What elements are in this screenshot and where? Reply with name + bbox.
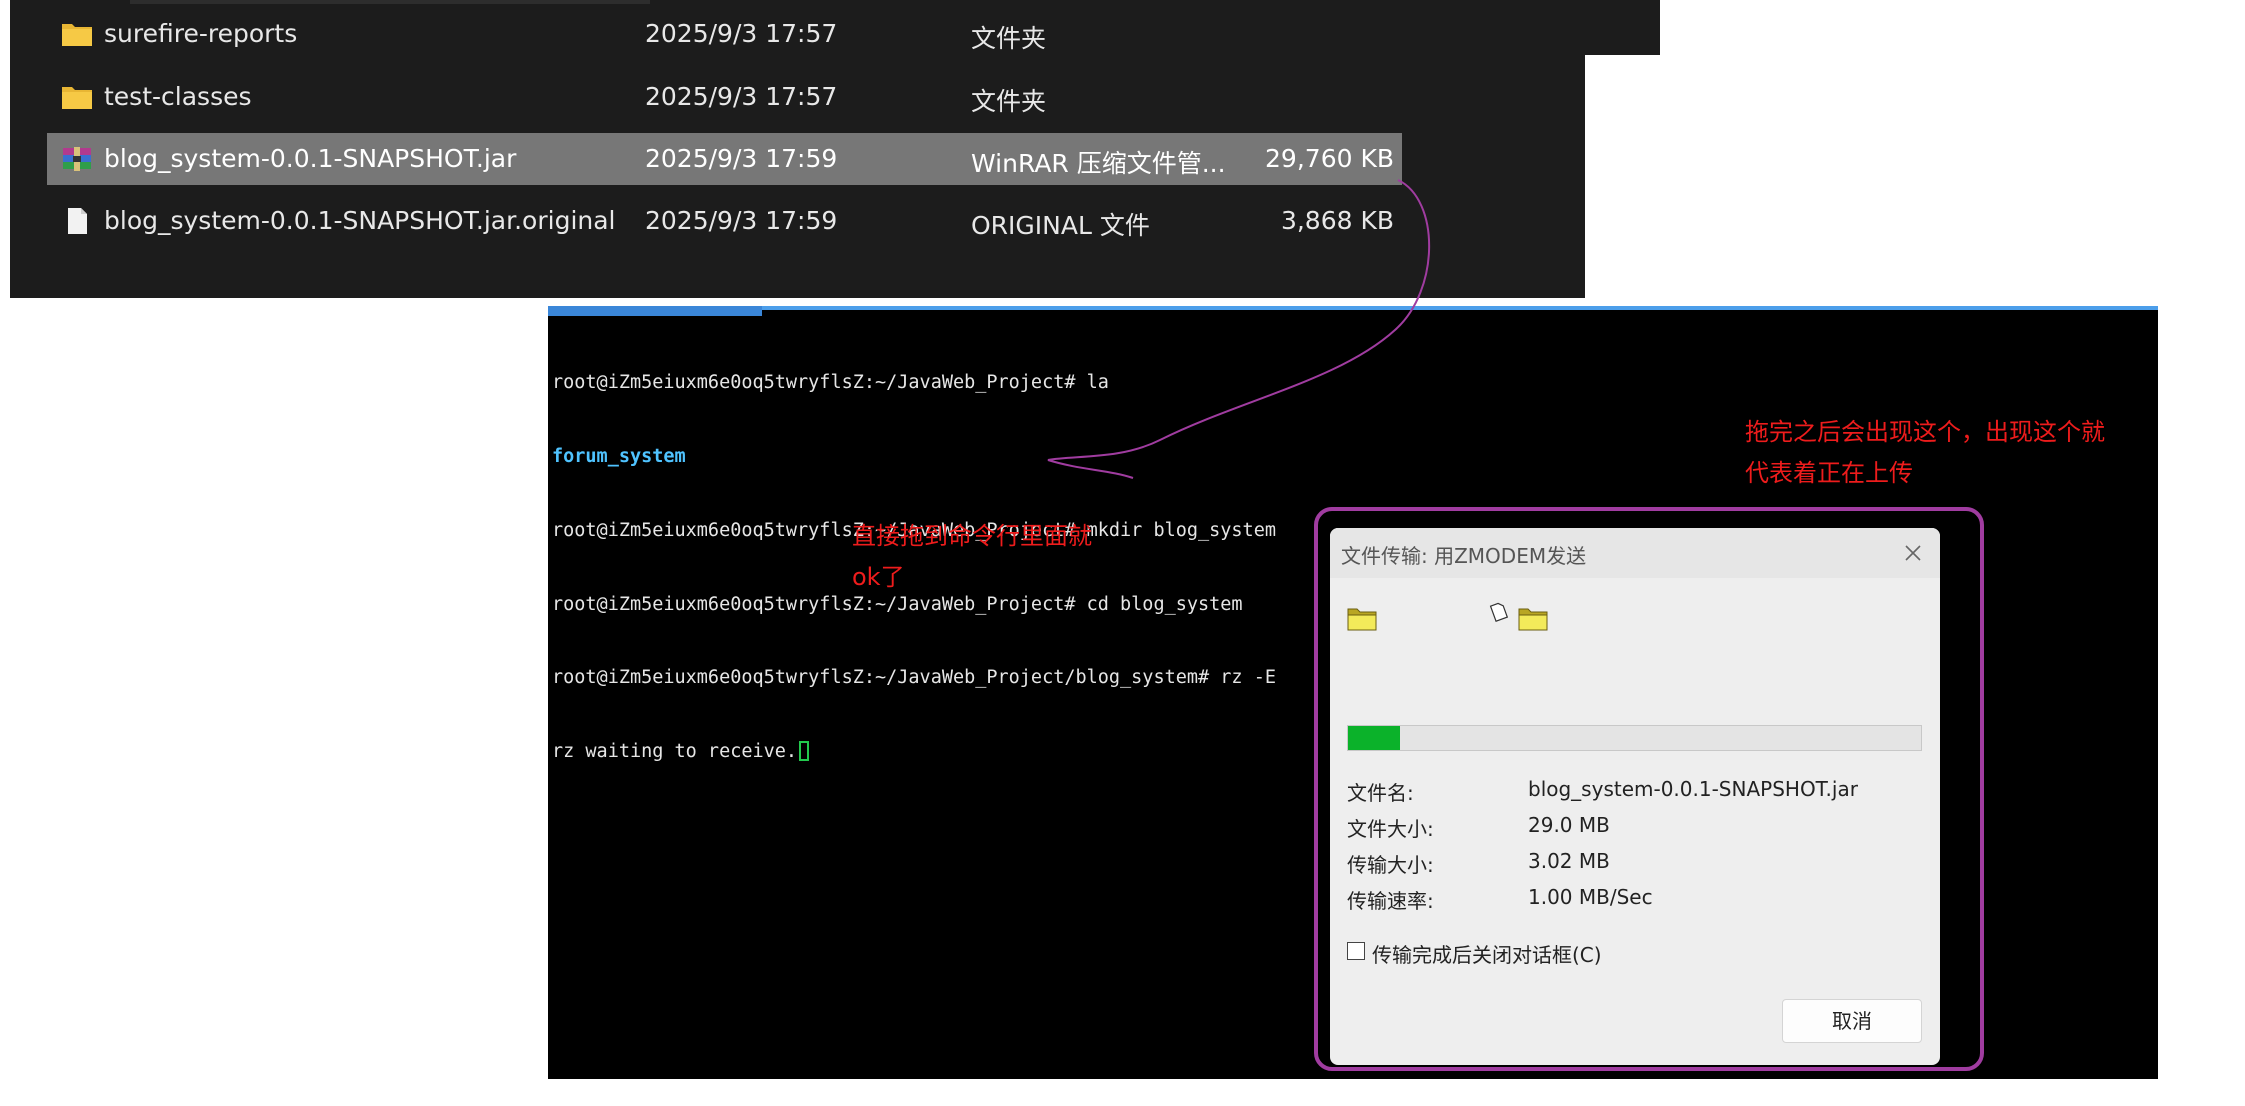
highlight-frame [1314, 507, 1984, 1071]
file-row[interactable]: surefire-reports 2025/9/3 17:57 文件夹 [47, 8, 1402, 60]
terminal-cursor [799, 741, 810, 762]
annotation-line: ok了 [852, 563, 905, 591]
annotation-line: 直接拖到命令行里面就 [852, 522, 1092, 550]
screenshot-canvas: surefire-reports 2025/9/3 17:57 文件夹 test… [0, 0, 2245, 1106]
terminal-prompt-line: rz waiting to receive. [552, 740, 1276, 765]
file-size: 3,868 KB [1280, 206, 1394, 235]
folder-icon [62, 24, 92, 46]
file-icon [68, 208, 87, 234]
file-date: 2025/9/3 17:57 [645, 82, 838, 111]
terminal-top-border [548, 306, 2158, 310]
file-date: 2025/9/3 17:57 [645, 19, 838, 48]
terminal-active-tab[interactable] [548, 306, 762, 316]
file-row-selected[interactable]: blog_system-0.0.1-SNAPSHOT.jar 2025/9/3 … [47, 133, 1402, 185]
explorer-cut-off-row [130, 0, 650, 4]
annotation-line: 代表着正在上传 [1745, 459, 1913, 487]
file-explorer-list: surefire-reports 2025/9/3 17:57 文件夹 test… [10, 0, 1585, 298]
terminal-line-directory: forum_system [552, 445, 686, 467]
file-name: blog_system-0.0.1-SNAPSHOT.jar [104, 144, 517, 173]
file-type: WinRAR 压缩文件管... [971, 149, 1226, 178]
file-date: 2025/9/3 17:59 [645, 144, 838, 173]
file-row[interactable]: blog_system-0.0.1-SNAPSHOT.jar.original … [47, 195, 1402, 247]
file-type: 文件夹 [971, 87, 1047, 116]
annotation-note-upload: 拖完之后会出现这个，出现这个就 代表着正在上传 [1745, 412, 2105, 494]
terminal-line: root@iZm5eiuxm6e0oq5twryflsZ:~/JavaWeb_P… [552, 372, 1109, 394]
file-name: surefire-reports [104, 19, 298, 48]
file-name: blog_system-0.0.1-SNAPSHOT.jar.original [104, 206, 616, 235]
file-date: 2025/9/3 17:59 [645, 206, 838, 235]
annotation-note-drag: 直接拖到命令行里面就 ok了 [852, 516, 1092, 598]
folder-icon [62, 87, 92, 109]
file-type: ORIGINAL 文件 [971, 211, 1150, 240]
terminal-line-text: rz waiting to receive. [552, 741, 798, 763]
file-type: 文件夹 [971, 24, 1047, 53]
terminal-line: root@iZm5eiuxm6e0oq5twryflsZ:~/JavaWeb_P… [552, 667, 1276, 689]
file-name: test-classes [104, 82, 252, 111]
winrar-archive-icon [63, 147, 91, 171]
annotation-line: 拖完之后会出现这个，出现这个就 [1745, 418, 2105, 446]
file-size: 29,760 KB [1265, 144, 1394, 173]
file-row[interactable]: test-classes 2025/9/3 17:57 文件夹 [47, 71, 1402, 123]
explorer-header-strip [1575, 0, 1660, 55]
